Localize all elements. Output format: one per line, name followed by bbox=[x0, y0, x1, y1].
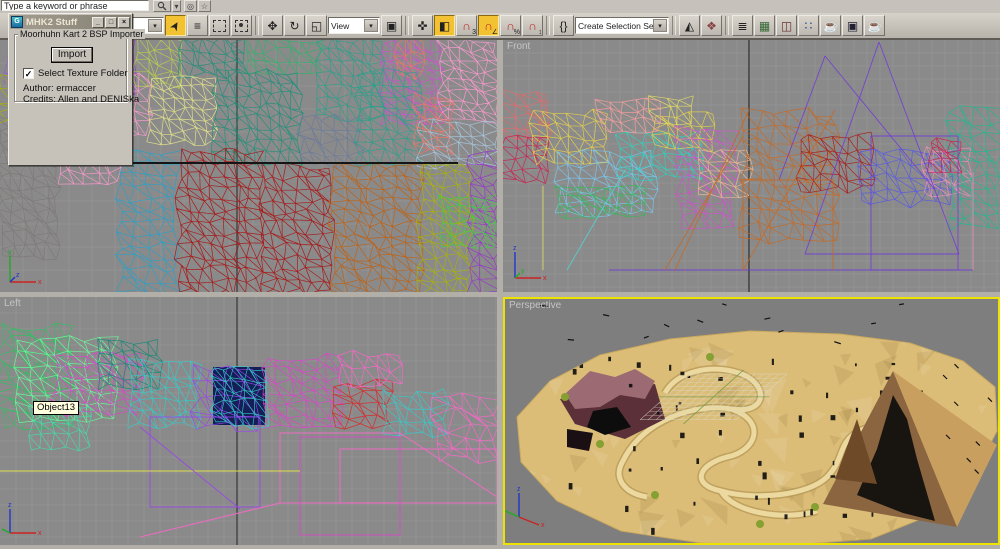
layer-manager-icon: ≣ bbox=[737, 18, 748, 33]
toolbar-separator bbox=[255, 16, 259, 35]
select-by-name-icon: ≡ bbox=[193, 18, 201, 33]
named-selection-sets-combo[interactable]: Create Selection Set ▾ bbox=[575, 17, 669, 34]
toolbar-separator bbox=[672, 16, 676, 35]
select-by-name-button[interactable]: ≡ bbox=[187, 15, 208, 36]
material-editor-icon: ∷ bbox=[804, 18, 813, 33]
material-editor-button[interactable]: ∷ bbox=[798, 15, 819, 36]
communication-center-icon[interactable]: ◎ bbox=[184, 0, 197, 12]
search-icon[interactable] bbox=[153, 0, 171, 12]
toolbar-separator bbox=[725, 16, 729, 35]
select-and-manipulate-icon: ✜ bbox=[417, 18, 428, 33]
svg-text:z: z bbox=[517, 486, 521, 493]
select-texture-folder-checkbox[interactable]: ✓ bbox=[23, 68, 34, 79]
search-options-arrow-icon[interactable]: ▾ bbox=[172, 0, 181, 12]
import-button[interactable]: Import bbox=[51, 47, 93, 63]
edit-named-selection-sets-button[interactable]: {} bbox=[553, 15, 574, 36]
importer-groupbox-title: Moorhuhn Kart 2 BSP Importer bbox=[18, 29, 146, 39]
viewport-label-perspective[interactable]: Perspective bbox=[509, 300, 561, 311]
svg-text:x: x bbox=[541, 522, 545, 529]
mirror-button[interactable]: ◭ bbox=[679, 15, 700, 36]
named-selection-sets-combo-label: Create Selection Set bbox=[578, 20, 656, 31]
importer-groupbox: Moorhuhn Kart 2 BSP Importer Import ✓ Se… bbox=[14, 29, 146, 105]
chevron-down-icon[interactable]: ▾ bbox=[148, 19, 162, 32]
snap-toggle-button[interactable]: ◧ bbox=[434, 15, 455, 36]
select-and-rotate-icon: ↻ bbox=[289, 18, 300, 33]
quick-render-icon: ☕ bbox=[867, 18, 882, 33]
mhk2-stuff-dialog: G MHK2 Stuff _ □ × Moorhuhn Kart 2 BSP I… bbox=[8, 13, 146, 166]
align-button[interactable]: ❖ bbox=[701, 15, 722, 36]
maximize-button[interactable]: □ bbox=[105, 16, 117, 28]
snap-toggle-icon: ◧ bbox=[438, 18, 451, 33]
close-button[interactable]: × bbox=[118, 16, 130, 28]
select-and-move-button[interactable]: ✥ bbox=[262, 15, 283, 36]
curve-editor-button[interactable]: ▦ bbox=[754, 15, 775, 36]
svg-text:z: z bbox=[8, 502, 12, 509]
viewport-left[interactable]: Left xzy Object13 bbox=[0, 297, 497, 545]
svg-text:y: y bbox=[8, 249, 12, 256]
svg-text:x: x bbox=[38, 530, 42, 537]
object-tooltip: Object13 bbox=[33, 401, 80, 415]
use-pivot-point-button[interactable]: ▣ bbox=[381, 15, 402, 36]
app-root: ▾ ◎ ☆ ▾ ➤ ≡ ✥ ↻ ◱ View ▾ ▣ ✜ ◧ ∩3∩∠∩%∩↕ {} Create Sel… bbox=[0, 0, 1000, 549]
select-and-rotate-button[interactable]: ↻ bbox=[284, 15, 305, 36]
chevron-down-icon[interactable]: ▾ bbox=[364, 19, 378, 32]
svg-text:x: x bbox=[543, 275, 547, 282]
maxscript-dialog-icon: G bbox=[11, 16, 23, 28]
render-setup-icon: ☕ bbox=[823, 18, 838, 33]
chevron-down-icon[interactable]: ▾ bbox=[653, 19, 667, 32]
percent-snap-button[interactable]: ∩% bbox=[500, 15, 521, 36]
main-toolbar: ▾ ➤ ≡ ✥ ↻ ◱ View ▾ ▣ ✜ ◧ ∩ 3 ∩ ∠ ∩% ∩ ↕ {} Create Selection… bbox=[0, 13, 1000, 40]
svg-text:x: x bbox=[38, 279, 42, 286]
viewport-perspective[interactable]: Perspective xzy bbox=[503, 297, 1000, 545]
angle-snap-button[interactable]: ∩ ∠ bbox=[478, 15, 499, 36]
toolbar-separator bbox=[546, 16, 550, 35]
dialog-title: MHK2 Stuff bbox=[26, 16, 78, 28]
dialog-titlebar[interactable]: G MHK2 Stuff _ □ × bbox=[10, 15, 131, 29]
rendered-frame-button[interactable]: ▣ bbox=[842, 15, 863, 36]
svg-text:z: z bbox=[16, 272, 20, 279]
quick-render-button[interactable]: ☕ bbox=[864, 15, 885, 36]
select-and-manipulate-button[interactable]: ✜ bbox=[412, 15, 433, 36]
align-icon: ❖ bbox=[706, 18, 717, 33]
use-pivot-point-icon: ▣ bbox=[385, 18, 398, 33]
viewport-label-left[interactable]: Left bbox=[4, 298, 21, 309]
snap-3d-button[interactable]: ∩ 3 bbox=[456, 15, 477, 36]
svg-text:y: y bbox=[521, 268, 525, 275]
curve-editor-icon: ▦ bbox=[758, 18, 771, 33]
render-setup-button[interactable]: ☕ bbox=[820, 15, 841, 36]
svg-text:z: z bbox=[513, 245, 517, 252]
reference-coordinate-system-combo[interactable]: View ▾ bbox=[328, 17, 380, 34]
credits-line: Credits: Allen and DENISka bbox=[23, 94, 140, 105]
select-and-scale-icon: ◱ bbox=[310, 18, 323, 33]
favorites-star-icon[interactable]: ☆ bbox=[198, 0, 211, 12]
mirror-icon: ◭ bbox=[684, 18, 695, 33]
dashed-region-icon bbox=[213, 19, 226, 32]
toolbar-separator bbox=[405, 16, 409, 35]
window-crossing-toggle-button[interactable] bbox=[231, 15, 252, 36]
select-and-scale-button[interactable]: ◱ bbox=[306, 15, 327, 36]
infocenter-bar: ▾ ◎ ☆ bbox=[0, 0, 1000, 13]
rendered-frame-icon: ▣ bbox=[846, 18, 859, 33]
viewport-label-front[interactable]: Front bbox=[507, 41, 530, 52]
select-and-move-icon: ✥ bbox=[267, 18, 278, 33]
spinner-snap-button[interactable]: ∩ ↕ bbox=[522, 15, 543, 36]
layer-manager-button[interactable]: ≣ bbox=[732, 15, 753, 36]
author-line: Author: ermaccer bbox=[23, 83, 96, 94]
rectangular-selection-region-button[interactable] bbox=[209, 15, 230, 36]
schematic-view-button[interactable]: ◫ bbox=[776, 15, 797, 36]
dashed-region-icon bbox=[235, 19, 248, 32]
checkbox-label: Select Texture Folder bbox=[38, 68, 128, 79]
select-object-icon: ➤ bbox=[166, 17, 185, 34]
edit-named-selection-sets-icon: {} bbox=[559, 18, 568, 33]
search-input[interactable] bbox=[1, 0, 149, 11]
minimize-button[interactable]: _ bbox=[92, 16, 104, 28]
snap-3d-icon: ∩ bbox=[462, 18, 471, 33]
viewport-front[interactable]: Front x z y bbox=[503, 40, 1000, 292]
select-object-button[interactable]: ➤ bbox=[165, 15, 186, 36]
schematic-view-icon: ◫ bbox=[780, 18, 793, 33]
spinner-snap-icon: ∩ bbox=[528, 18, 537, 33]
reference-coordinate-system-combo-label: View bbox=[331, 20, 350, 31]
